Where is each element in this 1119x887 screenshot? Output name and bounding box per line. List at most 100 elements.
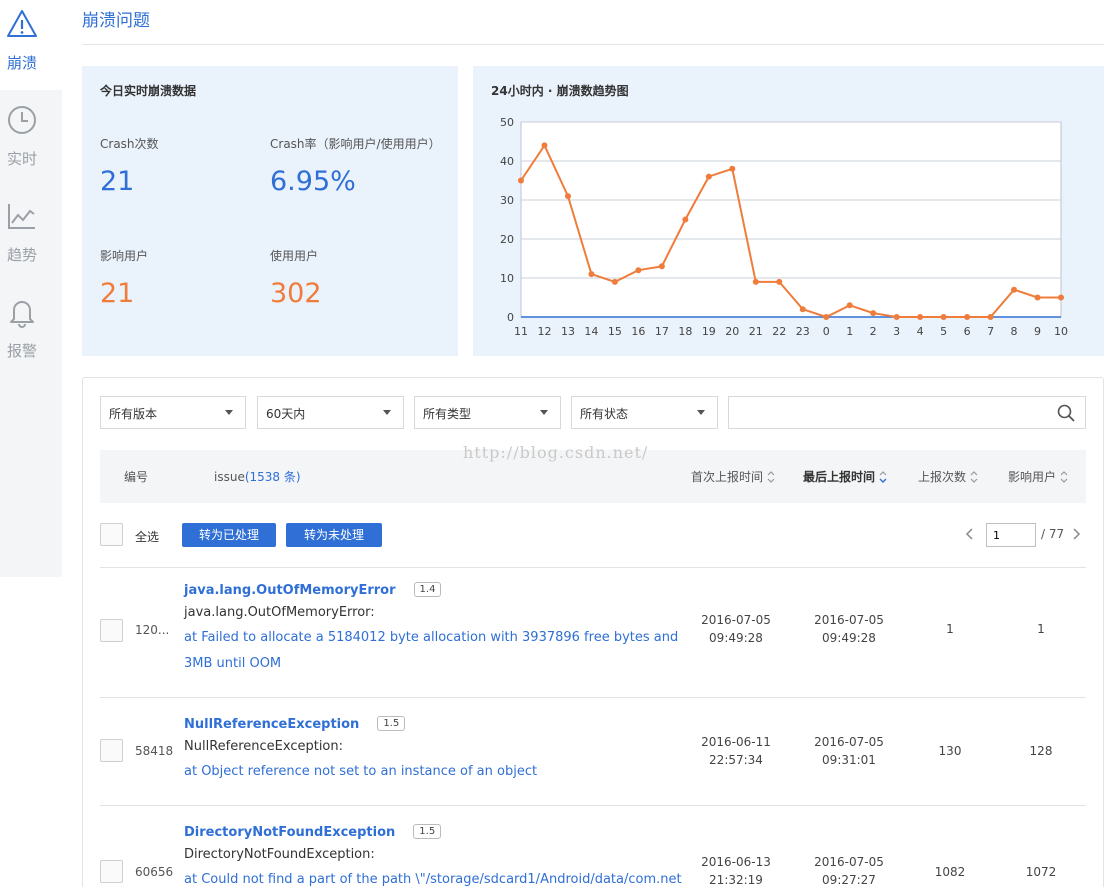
sidebar: 崩溃 实时 趋势 报警 <box>0 0 62 577</box>
report-count: 130 <box>938 744 962 758</box>
table-row[interactable]: 58418 NullReferenceException 1.5 NullRefe… <box>83 698 1105 806</box>
page-title: 崩溃问题 <box>82 11 150 31</box>
sidebar-item-alert[interactable]: 报警 <box>0 288 62 378</box>
last-report-time: 2016-07-05 09:27:27 <box>804 853 894 887</box>
x-tick-label: 15 <box>608 325 622 338</box>
chevron-left-icon[interactable] <box>964 527 976 541</box>
x-tick-label: 19 <box>702 325 716 338</box>
last-report-clock: 09:49:28 <box>822 631 876 645</box>
x-tick-label: 9 <box>1034 325 1041 338</box>
x-tick-label: 21 <box>749 325 763 338</box>
issue-detail: at Object reference not set to an instan… <box>184 764 538 779</box>
data-point <box>752 278 759 285</box>
x-tick-label: 10 <box>1054 325 1068 338</box>
x-tick-label: 20 <box>725 325 739 338</box>
version-filter-select[interactable]: 所有版本 <box>100 396 246 429</box>
issue-name-link[interactable]: NullReferenceException 1.5 <box>184 716 406 732</box>
x-tick-label: 13 <box>561 325 575 338</box>
select-all-label: 全选 <box>135 530 160 544</box>
table-row[interactable]: 60656 DirectoryNotFoundException 1.5 Dire… <box>83 806 1105 887</box>
issue-name-link[interactable]: java.lang.OutOfMemoryError 1.4 <box>184 582 442 598</box>
data-point <box>870 310 877 317</box>
sidebar-item-crash[interactable]: 崩溃 <box>0 0 62 90</box>
crash-trend-line-chart: 0102030405011 12 13 14 15 16 17 18 19 20 21 22 23 0 1 2… <box>500 116 1068 338</box>
data-point <box>518 177 524 184</box>
issue-count: (1538 条) <box>244 470 301 484</box>
search-icon[interactable] <box>1057 404 1075 422</box>
affected-user-count: 128 <box>1029 744 1053 758</box>
sidebar-item-trend[interactable]: 趋势 <box>0 192 62 282</box>
first-report-time: 2016-06-11 22:57:34 <box>691 733 781 769</box>
issue-name-link[interactable]: DirectoryNotFoundException 1.5 <box>184 824 442 840</box>
row-checkbox[interactable] <box>100 860 123 883</box>
page-number-input[interactable] <box>986 523 1036 547</box>
row-checkbox[interactable] <box>100 619 123 642</box>
issue-id: 60656 <box>135 865 174 879</box>
mark-processed-button[interactable]: 转为已处理 <box>182 523 276 547</box>
data-point <box>799 306 806 313</box>
chevron-right-icon[interactable] <box>1070 527 1082 541</box>
x-tick-label: 1 <box>846 325 853 338</box>
last-report-date: 2016-07-05 <box>814 735 884 749</box>
bell-icon <box>10 301 34 328</box>
column-header-issue: issue(1538 条) <box>214 468 301 485</box>
table-row[interactable]: 120... java.lang.OutOfMemoryError 1.4 jav… <box>83 568 1105 698</box>
issue-id: 58418 <box>135 744 174 758</box>
type-filter-select[interactable]: 所有类型 <box>414 396 561 429</box>
issue-name: java.lang.OutOfMemoryError <box>184 583 396 598</box>
last-report-header-label: 最后上报时间 <box>803 470 876 484</box>
warning-icon <box>7 10 37 37</box>
x-tick-label: 8 <box>1011 325 1018 338</box>
first-report-header-label: 首次上报时间 <box>691 470 764 484</box>
column-header-affected-users[interactable]: 影响用户 <box>1008 468 1069 485</box>
affected-user-count: 1 <box>1037 622 1045 636</box>
select-all-checkbox[interactable] <box>100 523 123 546</box>
sidebar-item-label: 报警 <box>6 342 37 360</box>
x-tick-label: 3 <box>893 325 900 338</box>
data-point <box>964 314 971 320</box>
data-point <box>658 263 665 270</box>
data-point <box>635 267 642 274</box>
issue-id: 120... <box>135 623 170 637</box>
type-filter-value: 所有类型 <box>423 407 472 421</box>
status-filter-select[interactable]: 所有状态 <box>571 396 718 429</box>
realtime-stats-card: 今日实时崩溃数据 Crash次数 21 Crash率（影响用户/使用用户） 6.… <box>82 66 458 356</box>
page-total: / 77 <box>1041 527 1065 541</box>
report-count-header-label: 上报次数 <box>918 470 967 484</box>
x-tick-label: 23 <box>796 325 810 338</box>
data-point <box>1058 294 1064 301</box>
version-badge: 1.5 <box>377 716 406 731</box>
crash-count-label: Crash次数 <box>100 137 159 151</box>
column-header-first-report[interactable]: 首次上报时间 <box>691 468 776 485</box>
sidebar-item-realtime[interactable]: 实时 <box>0 96 62 186</box>
range-filter-select[interactable]: 60天内 <box>257 396 404 429</box>
affected-users-header-label: 影响用户 <box>1008 470 1057 484</box>
column-header-last-report[interactable]: 最后上报时间 <box>803 468 888 485</box>
search-input[interactable] <box>729 397 1049 428</box>
sidebar-item-label: 实时 <box>6 150 37 168</box>
mark-unprocessed-button[interactable]: 转为未处理 <box>286 523 382 547</box>
search-box <box>728 396 1086 429</box>
column-header-report-count[interactable]: 上报次数 <box>918 468 979 485</box>
y-tick-label: 40 <box>500 155 514 168</box>
status-filter-value: 所有状态 <box>580 407 629 421</box>
data-point <box>611 278 618 285</box>
stats-card-title: 今日实时崩溃数据 <box>100 84 197 98</box>
x-tick-label: 7 <box>987 325 994 338</box>
version-filter-value: 所有版本 <box>109 407 158 421</box>
x-tick-label: 18 <box>678 325 692 338</box>
sort-icon <box>767 470 775 483</box>
data-point <box>893 314 900 320</box>
issue-description: java.lang.OutOfMemoryError: <box>184 605 375 620</box>
affected-users-value: 21 <box>100 278 135 309</box>
active-users-value: 302 <box>270 278 322 309</box>
data-point <box>823 314 830 320</box>
issue-description: NullReferenceException: <box>184 739 344 754</box>
data-point <box>588 271 595 278</box>
sort-desc-icon <box>879 470 887 483</box>
row-checkbox[interactable] <box>100 739 123 762</box>
first-report-clock: 09:49:28 <box>709 631 763 645</box>
first-report-date: 2016-06-13 <box>701 855 771 869</box>
data-point <box>987 314 994 320</box>
issue-name: NullReferenceException <box>184 717 360 732</box>
